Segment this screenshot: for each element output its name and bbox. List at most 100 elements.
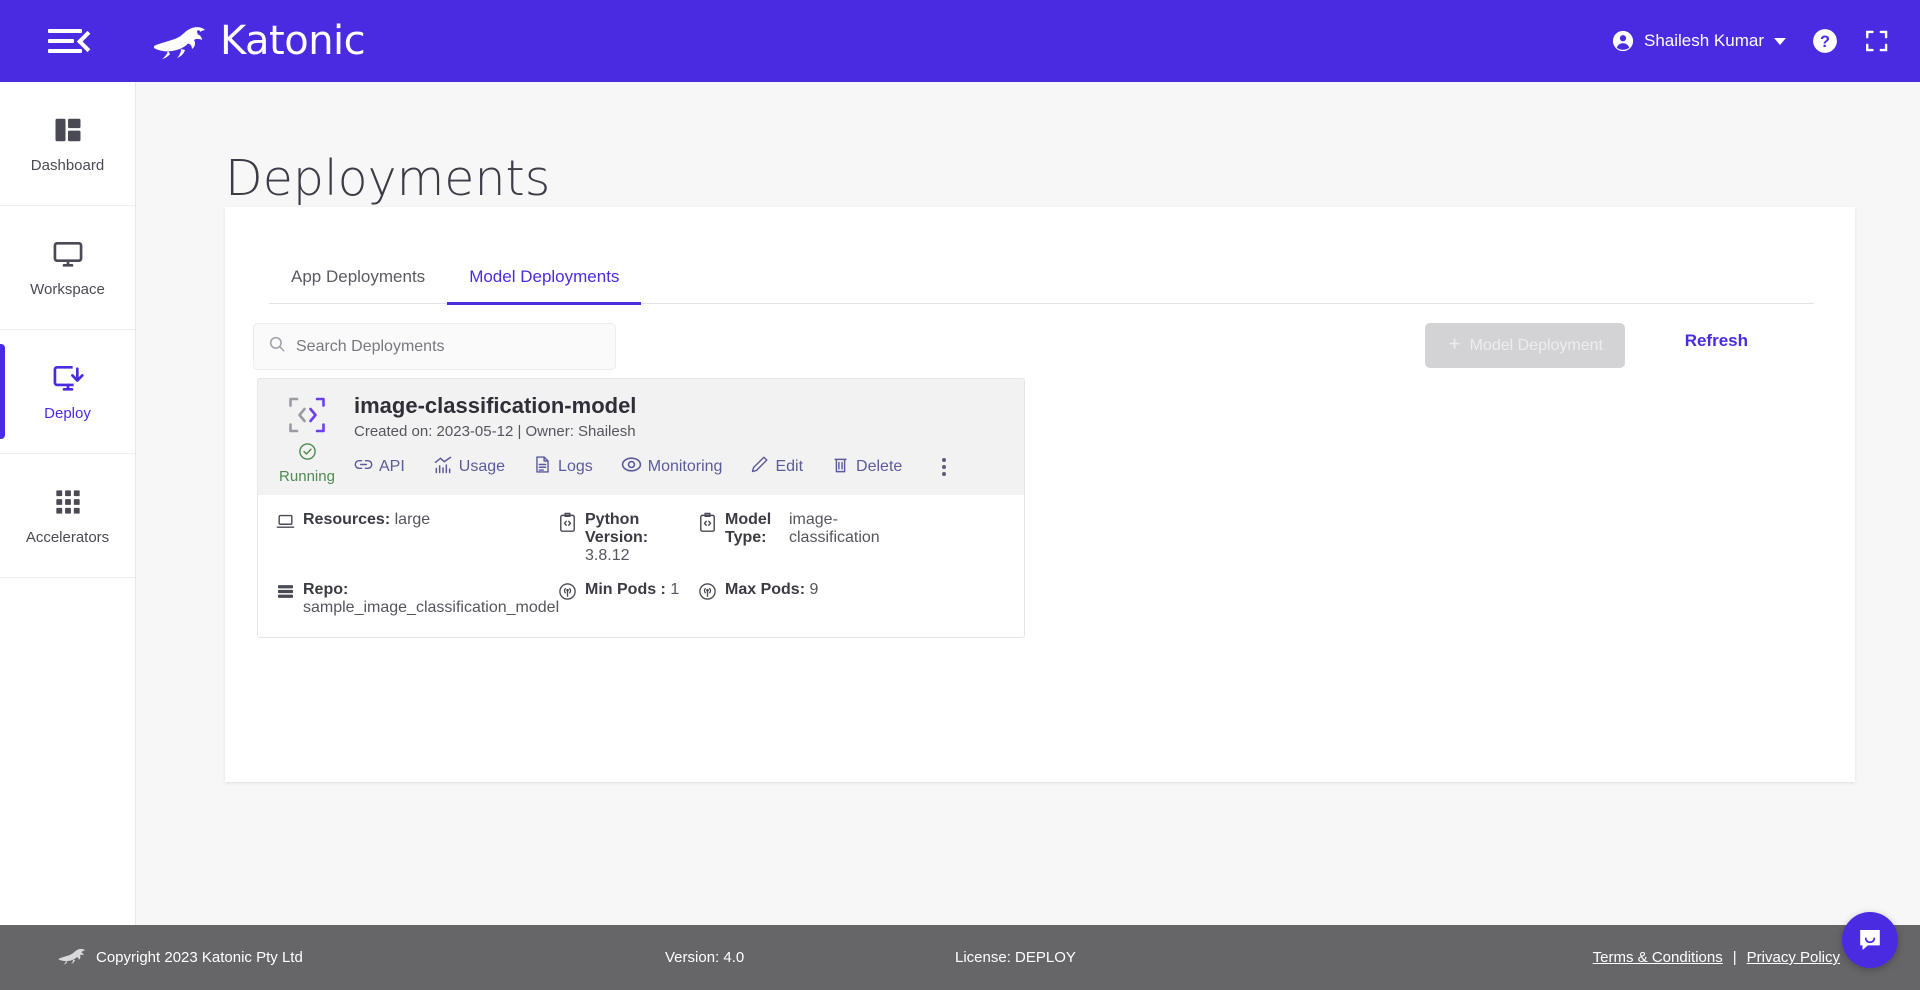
detail-value: sample_image_classification_model: [303, 599, 560, 616]
monitoring-action[interactable]: Monitoring: [621, 454, 723, 480]
sidebar-item-dashboard[interactable]: Dashboard: [0, 82, 135, 206]
search-input[interactable]: [296, 337, 601, 356]
dashboard-icon: [53, 113, 83, 147]
deployment-card-details: Resources: large Python Version: 3.8.12: [258, 495, 1024, 637]
deployments-tabs: App Deployments Model Deployments: [269, 257, 1814, 305]
refresh-button[interactable]: Refresh: [1685, 331, 1748, 351]
delete-action-label: Delete: [856, 458, 903, 475]
detail-max-pods: Max Pods: 9: [698, 581, 908, 606]
hamburger-collapse-icon[interactable]: [48, 23, 90, 59]
grid-apps-icon: [54, 485, 82, 519]
search-deployments[interactable]: [253, 323, 616, 370]
footer-copyright-group: Copyright 2023 Katonic Pty Ltd: [56, 944, 303, 972]
server-repo-icon: [276, 581, 295, 606]
fullscreen-icon[interactable]: [1864, 28, 1890, 54]
logs-action[interactable]: Logs: [533, 455, 593, 479]
deployment-status-group: Running: [276, 393, 338, 485]
app-footer: Copyright 2023 Katonic Pty Ltd Version: …: [0, 925, 1920, 990]
detail-row: Repo: sample_image_classification_model …: [276, 581, 1006, 617]
chevron-down-icon: [1774, 37, 1786, 45]
detail-value: 1: [670, 581, 680, 598]
status-badge: Running: [279, 468, 335, 485]
avatar-icon: [1612, 30, 1634, 52]
detail-value: 9: [809, 581, 819, 598]
deployment-card-header: Running image-classification-model Creat…: [258, 379, 1024, 495]
delete-action[interactable]: Delete: [831, 455, 902, 479]
detail-key: Resources:: [303, 511, 391, 528]
detail-value: large: [394, 511, 431, 528]
kebab-menu-icon[interactable]: [942, 458, 947, 476]
sidebar-item-workspace[interactable]: Workspace: [0, 206, 135, 330]
detail-key: Repo:: [303, 581, 349, 598]
detail-python-version: Python Version: 3.8.12: [558, 511, 698, 565]
sidebar-item-label: Workspace: [30, 281, 105, 298]
detail-repo: Repo: sample_image_classification_model: [276, 581, 560, 617]
help-icon[interactable]: ?: [1812, 28, 1838, 54]
app-header: Katonic Shailesh Kumar ?: [0, 0, 1920, 82]
deployment-meta: Created on: 2023-05-12 | Owner: Shailesh: [354, 423, 636, 440]
edit-action[interactable]: Edit: [750, 455, 803, 479]
api-action-label: API: [379, 458, 405, 475]
monitor-icon: [52, 237, 84, 271]
detail-resources: Resources: large: [276, 511, 558, 536]
trash-delete-icon: [831, 455, 850, 479]
laptop-icon: [276, 511, 295, 536]
footer-separator: |: [1732, 949, 1737, 966]
api-action[interactable]: API: [354, 455, 405, 479]
logs-action-label: Logs: [558, 458, 593, 475]
footer-license: License: DEPLOY: [955, 949, 1076, 966]
header-right-group: Shailesh Kumar ?: [1612, 28, 1890, 54]
deploy-download-icon: [52, 361, 84, 395]
add-model-deployment-button[interactable]: Model Deployment: [1424, 323, 1625, 368]
sidebar-item-label: Deploy: [44, 405, 91, 422]
detail-value: 3.8.12: [585, 547, 630, 564]
deployment-card-main: image-classification-model Created on: 2…: [354, 393, 1006, 485]
terms-link[interactable]: Terms & Conditions: [1593, 949, 1723, 966]
sidebar-item-deploy[interactable]: Deploy: [0, 330, 135, 454]
search-icon: [268, 335, 286, 358]
tab-app-deployments[interactable]: App Deployments: [269, 257, 447, 303]
code-clipboard-icon: [558, 511, 577, 538]
detail-value: image-classification: [789, 511, 880, 546]
detail-key: Model Type:: [725, 511, 772, 546]
edit-action-label: Edit: [775, 458, 804, 475]
pods-signal-icon: [558, 581, 577, 606]
kangaroo-logo-icon: [56, 944, 86, 972]
user-name: Shailesh Kumar: [1643, 31, 1764, 50]
code-clipboard-icon: [698, 511, 717, 538]
sidebar-item-accelerators[interactable]: Accelerators: [0, 454, 135, 578]
chart-usage-icon: [433, 455, 453, 480]
page-title: Deployments: [225, 150, 551, 207]
check-circle-icon: [298, 442, 317, 466]
detail-key: Max Pods:: [725, 581, 806, 598]
brand-name: Katonic: [220, 18, 366, 64]
detail-row: Resources: large Python Version: 3.8.12: [276, 511, 1006, 565]
svg-text:?: ?: [1820, 33, 1830, 51]
footer-version: Version: 4.0: [665, 949, 745, 966]
kangaroo-logo-icon: [148, 20, 210, 62]
plus-icon: [1447, 336, 1462, 356]
detail-min-pods: Min Pods : 1: [558, 581, 698, 606]
detail-key: Python Version:: [585, 511, 649, 546]
add-model-deployment-label: Model Deployment: [1469, 336, 1603, 354]
chat-bubble-icon[interactable]: [1842, 912, 1898, 968]
tab-model-deployments[interactable]: Model Deployments: [447, 257, 642, 305]
usage-action[interactable]: Usage: [433, 455, 505, 480]
privacy-link[interactable]: Privacy Policy: [1747, 949, 1840, 966]
brand-logo[interactable]: Katonic: [148, 18, 366, 64]
link-icon: [354, 455, 373, 479]
deployment-card: Running image-classification-model Creat…: [257, 378, 1025, 638]
pencil-edit-icon: [750, 455, 769, 479]
sidebar-item-label: Dashboard: [30, 157, 105, 174]
detail-model-type: Model Type: image-classification: [698, 511, 908, 547]
sidebar: Dashboard Workspace Deploy Accelerators: [0, 82, 136, 925]
user-menu[interactable]: Shailesh Kumar: [1612, 30, 1786, 52]
code-brackets-icon: [285, 395, 329, 440]
detail-key: Min Pods :: [585, 581, 666, 598]
sidebar-item-label: Accelerators: [25, 529, 110, 546]
monitoring-action-label: Monitoring: [647, 458, 723, 475]
deployment-actions: API Usage Logs Monitoring Edit Delete: [354, 454, 1006, 480]
document-logs-icon: [533, 455, 552, 479]
pods-signal-icon: [698, 581, 717, 606]
footer-links: Terms & Conditions | Privacy Policy: [1593, 949, 1840, 966]
